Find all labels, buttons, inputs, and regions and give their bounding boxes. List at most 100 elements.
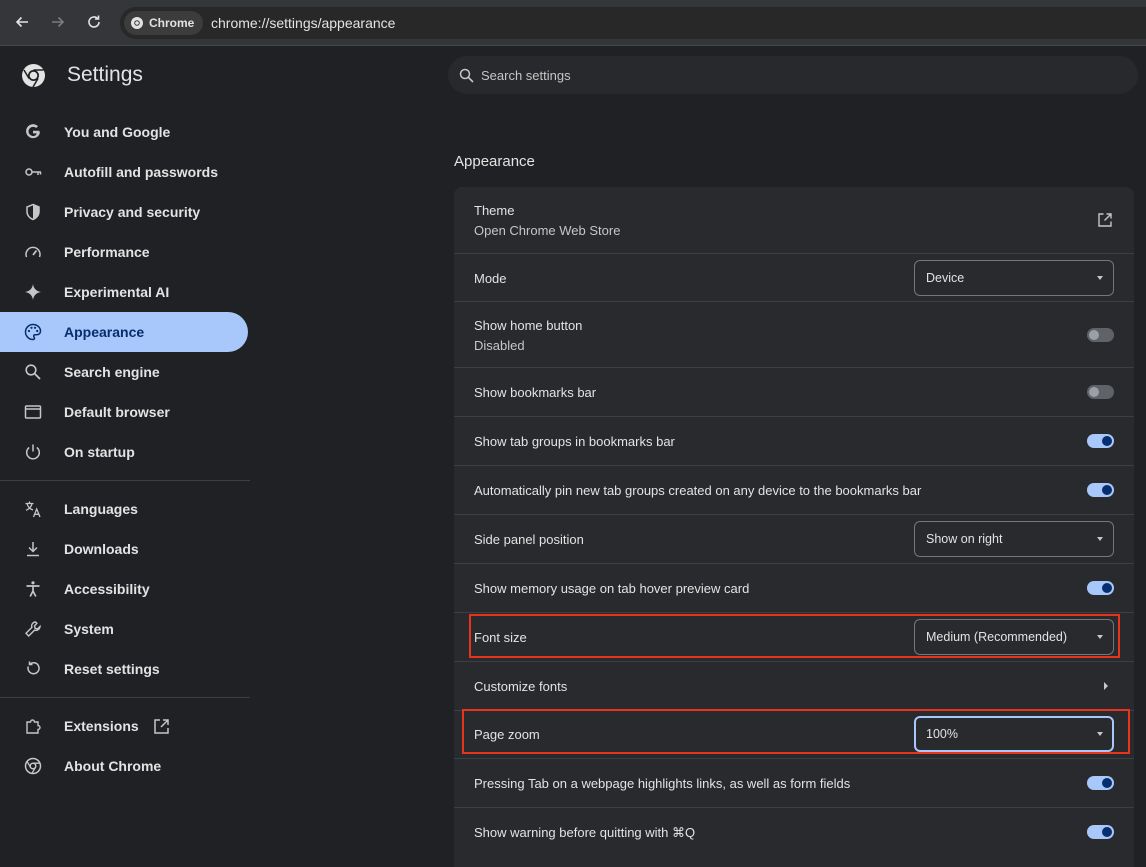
- bookmarks-bar-row[interactable]: Show bookmarks bar: [454, 367, 1134, 416]
- sidebar-item-label: Languages: [64, 501, 138, 517]
- section-title: Appearance: [454, 153, 535, 170]
- search-icon: [459, 68, 474, 83]
- sidebar-item-label: Extensions: [64, 718, 139, 734]
- sidebar-item-autofill[interactable]: Autofill and passwords: [0, 152, 248, 192]
- side-panel-select[interactable]: Show on right: [914, 521, 1114, 557]
- external-link-icon[interactable]: [1097, 212, 1113, 228]
- row-title: Show tab groups in bookmarks bar: [474, 434, 675, 449]
- sidebar-item-label: System: [64, 621, 114, 637]
- row-title: Automatically pin new tab groups created…: [474, 483, 922, 498]
- sidebar-item-experimental-ai[interactable]: Experimental AI: [0, 272, 248, 312]
- page-zoom-select[interactable]: 100%: [914, 716, 1114, 752]
- theme-row[interactable]: Theme Open Chrome Web Store: [454, 187, 1134, 253]
- sidebar-item-search-engine[interactable]: Search engine: [0, 352, 248, 392]
- pin-tab-groups-toggle[interactable]: [1087, 483, 1114, 497]
- quit-warning-toggle[interactable]: [1087, 825, 1114, 839]
- pin-tab-groups-row[interactable]: Automatically pin new tab groups created…: [454, 465, 1134, 514]
- chrome-logo-icon: [22, 64, 45, 88]
- home-button-toggle[interactable]: [1087, 328, 1114, 342]
- back-button[interactable]: [10, 10, 34, 34]
- accessibility-icon: [24, 580, 42, 598]
- reset-icon: [24, 660, 42, 678]
- key-icon: [24, 163, 42, 181]
- tab-highlights-toggle[interactable]: [1087, 776, 1114, 790]
- arrow-left-icon: [15, 16, 28, 28]
- sidebar-item-label: Search engine: [64, 364, 160, 380]
- browser-toolbar: Chrome chrome://settings/appearance: [0, 0, 1146, 46]
- sidebar-item-privacy[interactable]: Privacy and security: [0, 192, 248, 232]
- row-title: Mode: [474, 271, 507, 286]
- font-size-select[interactable]: Medium (Recommended): [914, 619, 1114, 655]
- mode-select[interactable]: Device: [914, 260, 1114, 296]
- arrow-right-icon: [52, 16, 65, 28]
- external-link-icon: [154, 719, 169, 734]
- memory-usage-row[interactable]: Show memory usage on tab hover preview c…: [454, 563, 1134, 612]
- reload-icon: [88, 15, 100, 28]
- sidebar-item-label: Autofill and passwords: [64, 164, 219, 180]
- bookmarks-bar-toggle[interactable]: [1087, 385, 1114, 399]
- row-title: Show warning before quitting with ⌘Q: [474, 825, 696, 840]
- font-size-row: Font size Medium (Recommended): [454, 612, 1134, 661]
- chrome-logo-icon: [131, 17, 143, 29]
- sidebar-item-label: On startup: [64, 444, 135, 460]
- sidebar-item-label: Experimental AI: [64, 284, 170, 300]
- row-title: Side panel position: [474, 532, 584, 547]
- tab-highlights-row[interactable]: Pressing Tab on a webpage highlights lin…: [454, 758, 1134, 807]
- quit-warning-row[interactable]: Show warning before quitting with ⌘Q: [454, 807, 1134, 867]
- page-title: Settings: [67, 63, 143, 86]
- search-bar[interactable]: [448, 56, 1138, 94]
- sidebar-item-downloads[interactable]: Downloads: [0, 529, 248, 569]
- palette-icon: [24, 323, 42, 341]
- dropdown-arrow-icon: [1097, 537, 1103, 541]
- sparkle-icon: [24, 283, 42, 301]
- tab-groups-row[interactable]: Show tab groups in bookmarks bar: [454, 416, 1134, 465]
- memory-usage-toggle[interactable]: [1087, 581, 1114, 595]
- search-icon: [24, 363, 42, 381]
- sidebar-item-label: Privacy and security: [64, 204, 201, 220]
- search-input[interactable]: [481, 56, 1081, 94]
- download-icon: [24, 540, 42, 558]
- sidebar-item-default-browser[interactable]: Default browser: [0, 392, 248, 432]
- sidebar-item-languages[interactable]: Languages: [0, 489, 248, 529]
- power-icon: [24, 443, 42, 461]
- select-value: Device: [926, 271, 965, 285]
- shield-icon: [24, 203, 42, 221]
- chevron-right-icon: [1104, 682, 1108, 690]
- sidebar-item-extensions[interactable]: Extensions: [0, 706, 248, 746]
- sidebar-item-label: Accessibility: [64, 581, 150, 597]
- url-text[interactable]: chrome://settings/appearance: [211, 15, 395, 31]
- site-chip[interactable]: Chrome: [124, 11, 204, 35]
- customize-fonts-row[interactable]: Customize fonts: [454, 661, 1134, 710]
- dropdown-arrow-icon: [1097, 276, 1103, 280]
- row-title: Customize fonts: [474, 679, 568, 694]
- google-g-icon: [24, 123, 42, 141]
- appearance-settings-card: Theme Open Chrome Web Store Mode Device …: [454, 187, 1134, 867]
- select-value: Show on right: [926, 532, 1003, 546]
- row-title: Font size: [474, 630, 527, 645]
- sidebar-item-reset-settings[interactable]: Reset settings: [0, 649, 248, 689]
- row-title: Page zoom: [474, 727, 540, 742]
- puzzle-icon: [24, 717, 42, 735]
- settings-header: Settings: [0, 47, 250, 107]
- row-title: Show bookmarks bar: [474, 385, 597, 400]
- forward-button[interactable]: [46, 10, 70, 34]
- reload-button[interactable]: [82, 10, 106, 34]
- home-button-row[interactable]: Show home button Disabled: [454, 301, 1134, 367]
- dropdown-arrow-icon: [1097, 732, 1103, 736]
- sidebar-item-label: Default browser: [64, 404, 170, 420]
- address-bar[interactable]: Chrome chrome://settings/appearance: [120, 7, 1146, 39]
- settings-sidebar: Settings You and Google Autofill and pas…: [0, 47, 250, 867]
- sidebar-item-you-and-google[interactable]: You and Google: [0, 112, 248, 152]
- sidebar-item-performance[interactable]: Performance: [0, 232, 248, 272]
- row-subtitle: Open Chrome Web Store: [474, 223, 621, 238]
- sidebar-item-system[interactable]: System: [0, 609, 248, 649]
- sidebar-item-appearance[interactable]: Appearance: [0, 312, 248, 352]
- tab-groups-toggle[interactable]: [1087, 434, 1114, 448]
- sidebar-item-label: Downloads: [64, 541, 139, 557]
- row-subtitle: Disabled: [474, 338, 525, 353]
- sidebar-item-about-chrome[interactable]: About Chrome: [0, 746, 248, 786]
- sidebar-item-on-startup[interactable]: On startup: [0, 432, 248, 472]
- page-zoom-row: Page zoom 100%: [454, 710, 1134, 758]
- row-title: Pressing Tab on a webpage highlights lin…: [474, 776, 851, 791]
- sidebar-item-accessibility[interactable]: Accessibility: [0, 569, 248, 609]
